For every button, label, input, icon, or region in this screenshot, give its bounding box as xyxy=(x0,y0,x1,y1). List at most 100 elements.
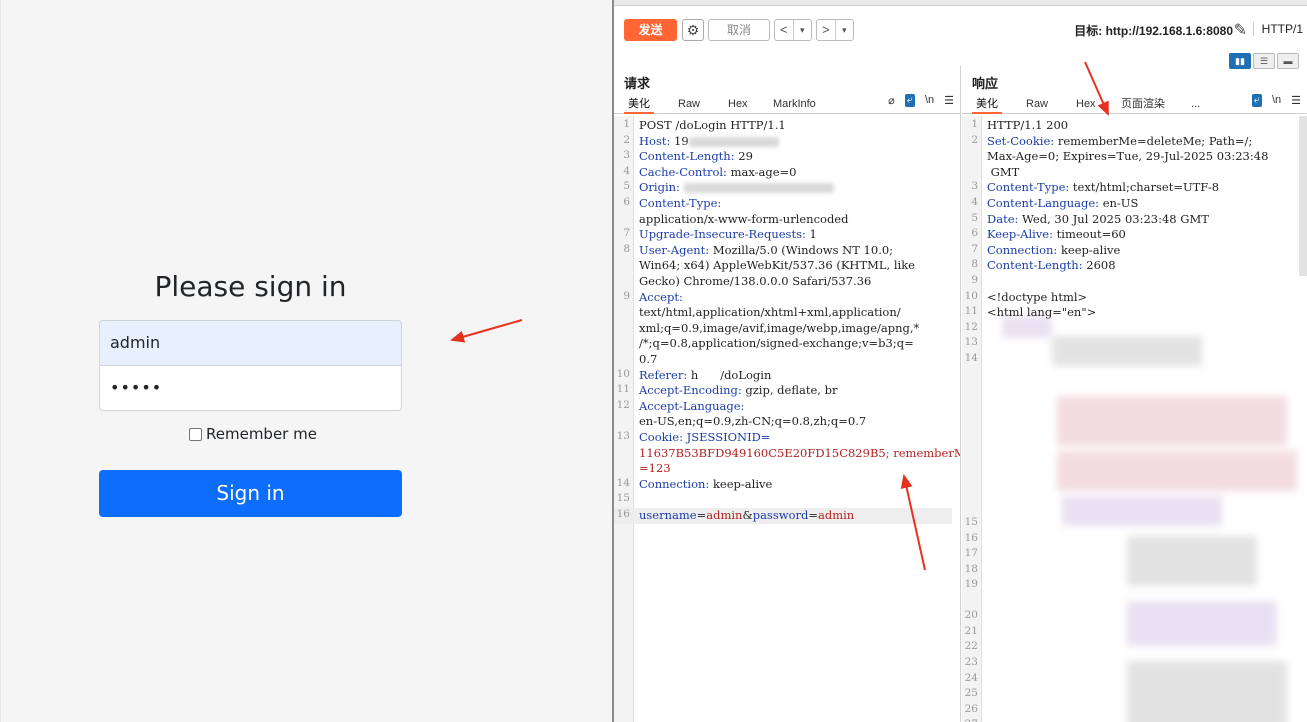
editor-line[interactable]: 18 xyxy=(962,563,1299,575)
remember-me-checkbox[interactable]: Remember me xyxy=(189,425,317,443)
hide-eye-icon[interactable]: ⌀ xyxy=(888,94,895,107)
editor-line[interactable]: en-US,en;q=0.9,zh-CN;q=0.8,zh;q=0.7 xyxy=(614,414,952,430)
editor-line[interactable]: 5 Origin: xyxy=(614,180,952,196)
editor-line[interactable]: 6 Content-Type: xyxy=(614,196,952,212)
editor-line[interactable]: 14 xyxy=(962,352,1299,364)
request-editor-icons: ⌀ ⤶ \n ☰ xyxy=(888,94,954,107)
editor-line[interactable]: 3 Content-Length: 29 xyxy=(614,149,952,165)
editor-line[interactable]: 10 <!doctype html> xyxy=(962,290,1299,306)
editor-line[interactable]: 20 xyxy=(962,609,1299,621)
sign-in-button[interactable]: Sign in xyxy=(99,470,402,517)
editor-line[interactable]: 24 xyxy=(962,672,1299,684)
editor-line[interactable]: 26 xyxy=(962,703,1299,715)
tab-hex[interactable]: Hex xyxy=(1072,96,1100,114)
wrap-lines-icon[interactable]: ⤶ xyxy=(1251,94,1262,107)
editor-line[interactable]: 1 HTTP/1.1 200 xyxy=(962,118,1299,134)
send-button[interactable]: 发送 xyxy=(624,19,677,41)
prev-button[interactable]: < ▾ xyxy=(774,19,812,41)
editor-line[interactable]: 7 Connection: keep-alive xyxy=(962,243,1299,259)
editor-line[interactable]: 13 xyxy=(962,336,1299,348)
response-editor[interactable]: 1 HTTP/1.1 200 2 Set-Cookie: rememberMe=del… xyxy=(962,116,1307,722)
line-number xyxy=(962,165,982,181)
editor-line[interactable]: 11 Accept-Encoding: gzip, deflate, br xyxy=(614,383,952,399)
editor-line[interactable]: 15 xyxy=(614,492,952,504)
username-input[interactable]: admin xyxy=(99,320,402,366)
editor-line[interactable]: /*;q=0.8,application/signed-exchange;v=b… xyxy=(614,336,952,352)
cancel-button[interactable]: 取消 xyxy=(708,19,770,41)
next-button[interactable]: > ▾ xyxy=(816,19,854,41)
editor-line[interactable]: 11637B53BFD949160C5E20FD15C829B5; rememb… xyxy=(614,446,960,462)
editor-line[interactable]: =123 xyxy=(614,461,952,477)
checkbox-icon[interactable] xyxy=(189,427,202,441)
editor-line[interactable]: 6 Keep-Alive: timeout=60 xyxy=(962,227,1299,243)
editor-line[interactable]: 15 xyxy=(962,516,1299,528)
editor-line[interactable]: 21 xyxy=(962,625,1299,637)
tab-more[interactable]: ... xyxy=(1187,96,1204,114)
editor-line[interactable]: 1 POST /doLogin HTTP/1.1 xyxy=(614,118,952,134)
editor-line[interactable]: application/x-www-form-urlencoded xyxy=(614,212,952,228)
burp-repeater: 发送 ⚙ 取消 < ▾ > ▾ 目标: http://192.168.1.6:8… xyxy=(612,0,1307,722)
wrap-lines-icon[interactable]: ⤶ xyxy=(904,94,915,107)
editor-line[interactable]: 2 Set-Cookie: rememberMe=deleteMe; Path=/… xyxy=(962,134,1299,150)
editor-line[interactable]: Max-Age=0; Expires=Tue, 29-Jul-2025 03:2… xyxy=(962,149,1299,165)
editor-line[interactable]: 7 Upgrade-Insecure-Requests: 1 xyxy=(614,227,952,243)
http-version[interactable]: HTTP/1 xyxy=(1252,22,1303,36)
editor-line[interactable]: 10 Referer: h /doLogin xyxy=(614,368,952,384)
tab-raw[interactable]: Raw xyxy=(1022,96,1052,114)
request-editor[interactable]: 1 POST /doLogin HTTP/1.1 2 Host: 19 3 Content… xyxy=(614,116,960,722)
editor-line[interactable]: 12 xyxy=(962,321,1299,333)
code-text: Accept-Encoding: gzip, deflate, br xyxy=(634,383,837,399)
header-value: rememberMe=deleteMe; Path=/; xyxy=(1054,133,1253,148)
menu-icon[interactable]: ☰ xyxy=(1291,94,1301,107)
editor-line[interactable]: 4 Content-Language: en-US xyxy=(962,196,1299,212)
scrollbar[interactable] xyxy=(1299,116,1307,276)
editor-line[interactable]: 8 User-Agent: Mozilla/5.0 (Windows NT 10.… xyxy=(614,243,952,259)
chevron-left-icon[interactable]: < xyxy=(775,20,793,40)
editor-line[interactable]: 8 Content-Length: 2608 xyxy=(962,258,1299,274)
tab-pretty[interactable]: 美化 xyxy=(624,96,654,114)
line-number: 13 xyxy=(964,336,978,349)
tab-render[interactable]: 页面渲染 xyxy=(1117,96,1169,114)
tab-hex[interactable]: Hex xyxy=(724,96,752,114)
header-name: Cookie: xyxy=(639,430,683,444)
tab-markinfo[interactable]: MarkInfo xyxy=(769,96,820,114)
editor-line[interactable]: 19 xyxy=(962,578,1299,590)
editor-line[interactable]: GMT xyxy=(962,165,1299,181)
menu-icon[interactable]: ☰ xyxy=(944,94,954,107)
editor-line[interactable]: xml;q=0.9,image/avif,image/webp,image/ap… xyxy=(614,321,952,337)
editor-line[interactable]: 16 xyxy=(962,532,1299,544)
editor-line[interactable]: 22 xyxy=(962,640,1299,652)
tab-pretty[interactable]: 美化 xyxy=(972,96,1002,114)
line-number: 14 xyxy=(964,352,978,364)
newline-icon[interactable]: \n xyxy=(1272,94,1281,107)
editor-line[interactable]: 13 Cookie: JSESSIONID= xyxy=(614,430,952,446)
header-value: 0.7 xyxy=(639,352,658,366)
editor-line[interactable]: 27 xyxy=(962,718,1299,722)
editor-line[interactable]: 14 Connection: keep-alive xyxy=(614,477,952,493)
chevron-down-icon[interactable]: ▾ xyxy=(792,20,812,40)
gear-icon[interactable]: ⚙ xyxy=(682,19,704,41)
editor-line[interactable]: 9 xyxy=(962,274,1299,286)
editor-line[interactable]: 3 Content-Type: text/html;charset=UTF-8 xyxy=(962,180,1299,196)
editor-line[interactable]: text/html,application/xhtml+xml,applicat… xyxy=(614,305,952,321)
editor-line[interactable]: 9 Accept: xyxy=(614,290,952,306)
pencil-icon[interactable]: ✎ xyxy=(1234,20,1247,40)
editor-line[interactable]: 25 xyxy=(962,687,1299,699)
chevron-right-icon[interactable]: > xyxy=(817,20,835,40)
editor-line[interactable]: 0.7 xyxy=(614,352,952,368)
chevron-down-icon[interactable]: ▾ xyxy=(834,20,854,40)
editor-line[interactable]: 17 xyxy=(962,547,1299,559)
editor-line[interactable]: 12 Accept-Language: xyxy=(614,399,952,415)
editor-line[interactable]: 5 Date: Wed, 30 Jul 2025 03:23:48 GMT xyxy=(962,212,1299,228)
code-text: <html lang="en"> xyxy=(982,305,1096,321)
editor-line[interactable]: 23 xyxy=(962,656,1299,668)
editor-line[interactable]: 4 Cache-Control: max-age=0 xyxy=(614,165,952,181)
editor-line[interactable]: Win64; x64) AppleWebKit/537.36 (KHTML, l… xyxy=(614,258,952,274)
editor-line[interactable]: 16 username=admin&password=admin xyxy=(614,508,952,524)
tab-raw[interactable]: Raw xyxy=(674,96,704,114)
editor-line[interactable]: 11 <html lang="en"> xyxy=(962,305,1299,321)
editor-line[interactable]: 2 Host: 19 xyxy=(614,134,952,150)
password-input[interactable]: ••••• xyxy=(99,365,402,411)
newline-icon[interactable]: \n xyxy=(925,94,934,107)
editor-line[interactable]: Gecko) Chrome/138.0.0.0 Safari/537.36 xyxy=(614,274,952,290)
